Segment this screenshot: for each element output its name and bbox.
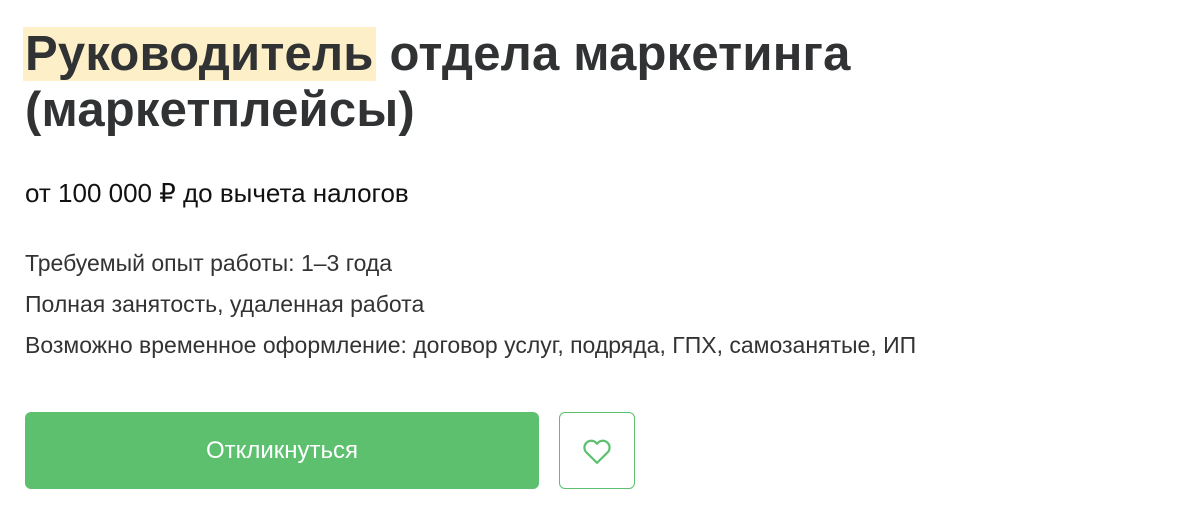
heart-outline-icon	[583, 439, 611, 464]
vacancy-title: Руководитель отдела маркетинга (маркетпл…	[23, 26, 1175, 138]
contract-options: Возможно временное оформление: договор у…	[25, 332, 917, 358]
salary: от 100 000 ₽ до вычета налогов	[25, 178, 409, 208]
respond-button[interactable]: Откликнуться	[25, 412, 539, 489]
vacancy-details: Требуемый опыт работы: 1–3 года Полная з…	[25, 250, 1175, 359]
vacancy-header: Руководитель отдела маркетинга (маркетпл…	[23, 26, 1175, 373]
vacancy-actions: Откликнуться	[25, 412, 635, 489]
title-highlight: Руководитель	[23, 27, 376, 81]
employment-type: Полная занятость, удаленная работа	[25, 291, 425, 317]
favorite-button[interactable]	[559, 412, 635, 489]
experience-requirement: Требуемый опыт работы: 1–3 года	[25, 250, 393, 276]
